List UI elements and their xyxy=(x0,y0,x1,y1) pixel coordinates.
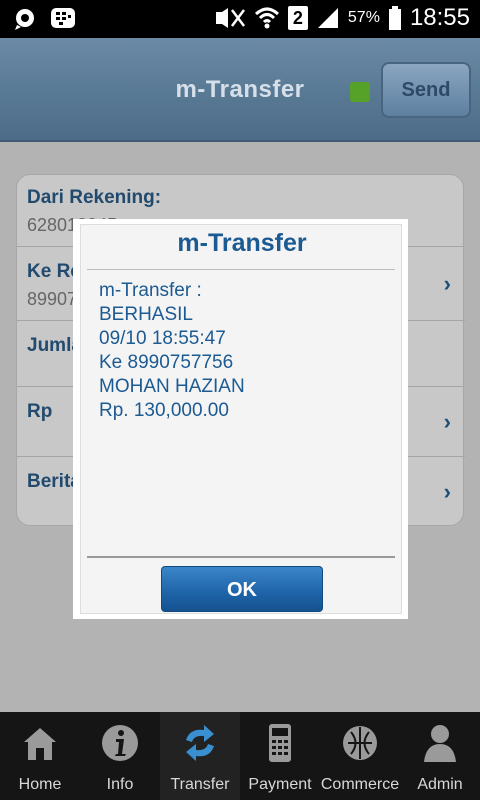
nav-info[interactable]: Info xyxy=(80,712,160,800)
status-bar: 2 57% 18:55 xyxy=(0,0,480,38)
system-indicators: 2 57% 18:55 xyxy=(214,4,470,32)
bottom-navigation: Home Info Transfer Payment Commerce Admi… xyxy=(0,712,480,800)
connection-status-indicator xyxy=(350,82,370,102)
bbm-icon xyxy=(51,8,75,28)
message-line: Rp. 130,000.00 xyxy=(99,400,229,421)
nav-admin[interactable]: Admin xyxy=(400,712,480,800)
dialog-title: m-Transfer xyxy=(177,229,307,257)
message-line: 09/10 18:55:47 xyxy=(99,328,226,349)
commerce-icon xyxy=(343,726,377,760)
signal-icon xyxy=(317,8,338,28)
nav-label: Payment xyxy=(248,776,312,793)
nav-commerce[interactable]: Commerce xyxy=(320,712,400,800)
info-icon xyxy=(102,725,138,761)
nfc-muted-icon xyxy=(215,8,245,28)
payment-icon xyxy=(269,724,291,762)
clock: 18:55 xyxy=(409,4,470,31)
nav-label: Transfer xyxy=(170,776,230,793)
message-line: BERHASIL xyxy=(99,304,193,325)
result-dialog: m-Transfer m-Transfer : BERHASIL 09/10 1… xyxy=(80,224,402,614)
app-header: m-Transfer Send xyxy=(0,38,480,142)
nav-home[interactable]: Home xyxy=(0,712,80,800)
sim-slot-indicator: 2 xyxy=(287,6,308,30)
nav-payment[interactable]: Payment xyxy=(240,712,320,800)
wifi-icon xyxy=(254,7,279,29)
ok-button[interactable]: OK xyxy=(161,566,323,612)
dialog-divider xyxy=(87,556,395,558)
row-label: Rp xyxy=(27,401,53,422)
notification-icons xyxy=(12,7,76,31)
message-line: MOHAN HAZIAN xyxy=(99,376,245,397)
send-button[interactable]: Send xyxy=(381,62,471,118)
dialog-message: m-Transfer : BERHASIL 09/10 18:55:47 Ke … xyxy=(99,279,245,423)
nav-label: Admin xyxy=(417,776,463,793)
battery-percent: 57% xyxy=(347,9,380,26)
home-icon xyxy=(24,728,56,760)
message-line: m-Transfer : xyxy=(99,280,202,301)
battery-icon xyxy=(388,6,401,30)
nav-transfer[interactable]: Transfer xyxy=(160,712,240,800)
chevron-right-icon: › xyxy=(443,409,451,434)
message-line: Ke 8990757756 xyxy=(99,352,234,373)
dialog-divider xyxy=(87,269,395,270)
nav-label: Commerce xyxy=(320,776,400,793)
admin-icon xyxy=(424,725,456,762)
chevron-right-icon: › xyxy=(443,479,451,504)
row-label: Dari Rekening: xyxy=(27,187,162,208)
nav-label: Home xyxy=(18,776,62,793)
nav-label: Info xyxy=(106,776,134,793)
chat-notification-icon xyxy=(15,9,34,30)
transfer-icon xyxy=(186,725,214,761)
chevron-right-icon: › xyxy=(443,271,451,296)
